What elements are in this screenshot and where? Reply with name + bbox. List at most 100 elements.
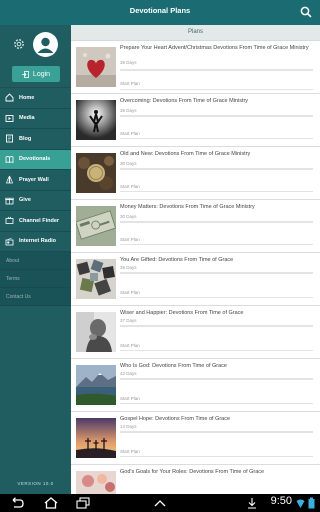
divider [120,138,313,139]
plan-item[interactable]: God's Goals for Your Roles: Devotions Fr… [71,465,320,494]
plan-title: Overcoming: Devotions From Time of Grace… [120,98,249,104]
gear-icon[interactable] [12,37,26,51]
start-plan-link[interactable]: Start Plan [120,343,140,348]
divider [120,456,313,457]
divider [120,191,313,192]
plan-days: 35 Days [120,265,137,270]
sidebar-item-media[interactable]: Media [0,109,71,129]
progress-bar [120,221,313,223]
plans-panel: Plans Prepare Your Heart Advent/Christma… [71,25,320,494]
book-icon [5,155,14,163]
plan-title: Wiser and Happier: Devotions From Time o… [120,310,244,316]
divider [120,297,313,298]
plan-title: Money Matters: Devotions From Time of Gr… [120,204,255,210]
plan-thumbnail [76,153,116,193]
sidebar-item-label: Give [19,197,31,204]
sidebar-item-channel-finder[interactable]: Channel Finder [0,211,71,232]
start-plan-link[interactable]: Start Plan [120,131,140,136]
sidebar-item-label: Terms [6,275,20,282]
home-icon [5,93,14,102]
plan-item[interactable]: Overcoming: Devotions From Time of Grace… [71,94,320,147]
plan-thumbnail [76,259,116,299]
app-bar: Devotional Plans [0,0,320,25]
plan-item[interactable]: Money Matters: Devotions From Time of Gr… [71,200,320,253]
plan-days: 30 Days [120,214,137,219]
plan-thumbnail [76,206,116,246]
start-plan-link[interactable]: Start Plan [120,81,140,86]
divider [120,244,313,245]
back-icon[interactable] [8,497,24,509]
divider [120,89,313,90]
sidebar-item-terms[interactable]: Terms [0,270,71,288]
plan-thumbnail [76,47,116,87]
progress-bar [120,168,313,170]
sidebar-item-label: Prayer Wall [19,176,49,183]
progress-bar [120,272,313,274]
recents-icon[interactable] [75,497,91,509]
progress-bar [120,325,313,327]
sidebar-item-about[interactable]: About [0,252,71,270]
download-icon [248,498,256,509]
progress-bar [120,69,313,71]
page-title: Devotional Plans [129,6,191,15]
sidebar: Login Home Media Blog Devotionals Prayer… [0,25,71,494]
wifi-icon [296,499,305,508]
sidebar-item-label: Home [19,94,35,101]
radio-icon [5,237,14,246]
sidebar-item-label: Blog [19,135,32,142]
sidebar-item-label: Media [19,115,35,122]
avatar[interactable] [33,32,58,57]
give-icon [5,197,14,205]
prayer-icon [6,176,13,184]
sidebar-item-label: Devotionals [19,156,51,163]
plan-item[interactable]: Who Is God: Devotions From Time of Grace… [71,359,320,412]
plan-title: You Are Gifted: Devotions From Time of G… [120,257,234,263]
sidebar-item-label: About [6,257,20,264]
plan-days: 30 Days [120,161,137,166]
start-plan-link[interactable]: Start Plan [120,449,140,454]
login-button[interactable]: Login [12,66,60,82]
login-icon [21,70,29,78]
plan-item[interactable]: Wiser and Happier: Devotions From Time o… [71,306,320,359]
media-icon [5,114,14,122]
sidebar-item-give[interactable]: Give [0,191,71,211]
plan-title: God's Goals for Your Roles: Devotions Fr… [120,469,265,475]
progress-bar [120,378,313,380]
profile-area: Login [0,25,71,88]
divider [120,350,313,351]
clock: 9:50 [270,495,292,507]
chevron-up-icon[interactable] [152,497,168,509]
tv-icon [5,217,14,225]
plan-days: 14 Days [120,424,137,429]
plan-item[interactable]: You Are Gifted: Devotions From Time of G… [71,253,320,306]
plan-thumbnail [76,312,116,352]
sidebar-item-home[interactable]: Home [0,88,71,109]
start-plan-link[interactable]: Start Plan [120,396,140,401]
home-nav-icon[interactable] [43,497,59,509]
user-icon [37,37,54,53]
plan-days: 35 Days [120,60,137,65]
plan-title: Gospel Hope: Devotions From Time of Grac… [120,416,231,422]
plan-item[interactable]: Old and New: Devotions From Time of Grac… [71,147,320,200]
sidebar-item-prayer-wall[interactable]: Prayer Wall [0,170,71,191]
sidebar-item-devotionals[interactable]: Devotionals [0,149,71,170]
plan-days: 35 Days [120,108,137,113]
search-icon[interactable] [300,6,312,18]
sidebar-item-blog[interactable]: Blog [0,129,71,150]
version-label: VERSION 10.0 [17,481,54,486]
plan-thumbnail [76,365,116,405]
plan-item[interactable]: Gospel Hope: Devotions From Time of Grac… [71,412,320,465]
divider [120,403,313,404]
system-nav-bar: 9:50 [0,494,320,512]
start-plan-link[interactable]: Start Plan [120,184,140,189]
plan-title: Prepare Your Heart Advent/Christmas Devo… [120,45,309,51]
sidebar-item-label: Channel Finder [19,217,60,224]
plan-item[interactable]: Prepare Your Heart Advent/Christmas Devo… [71,41,320,94]
progress-bar [120,431,313,433]
sidebar-item-contact-us[interactable]: Contact Us [0,288,71,306]
sidebar-item-internet-radio[interactable]: Internet Radio [0,232,71,252]
plan-thumbnail [76,471,116,494]
start-plan-link[interactable]: Start Plan [120,237,140,242]
sidebar-item-label: Internet Radio [19,238,56,245]
start-plan-link[interactable]: Start Plan [120,290,140,295]
